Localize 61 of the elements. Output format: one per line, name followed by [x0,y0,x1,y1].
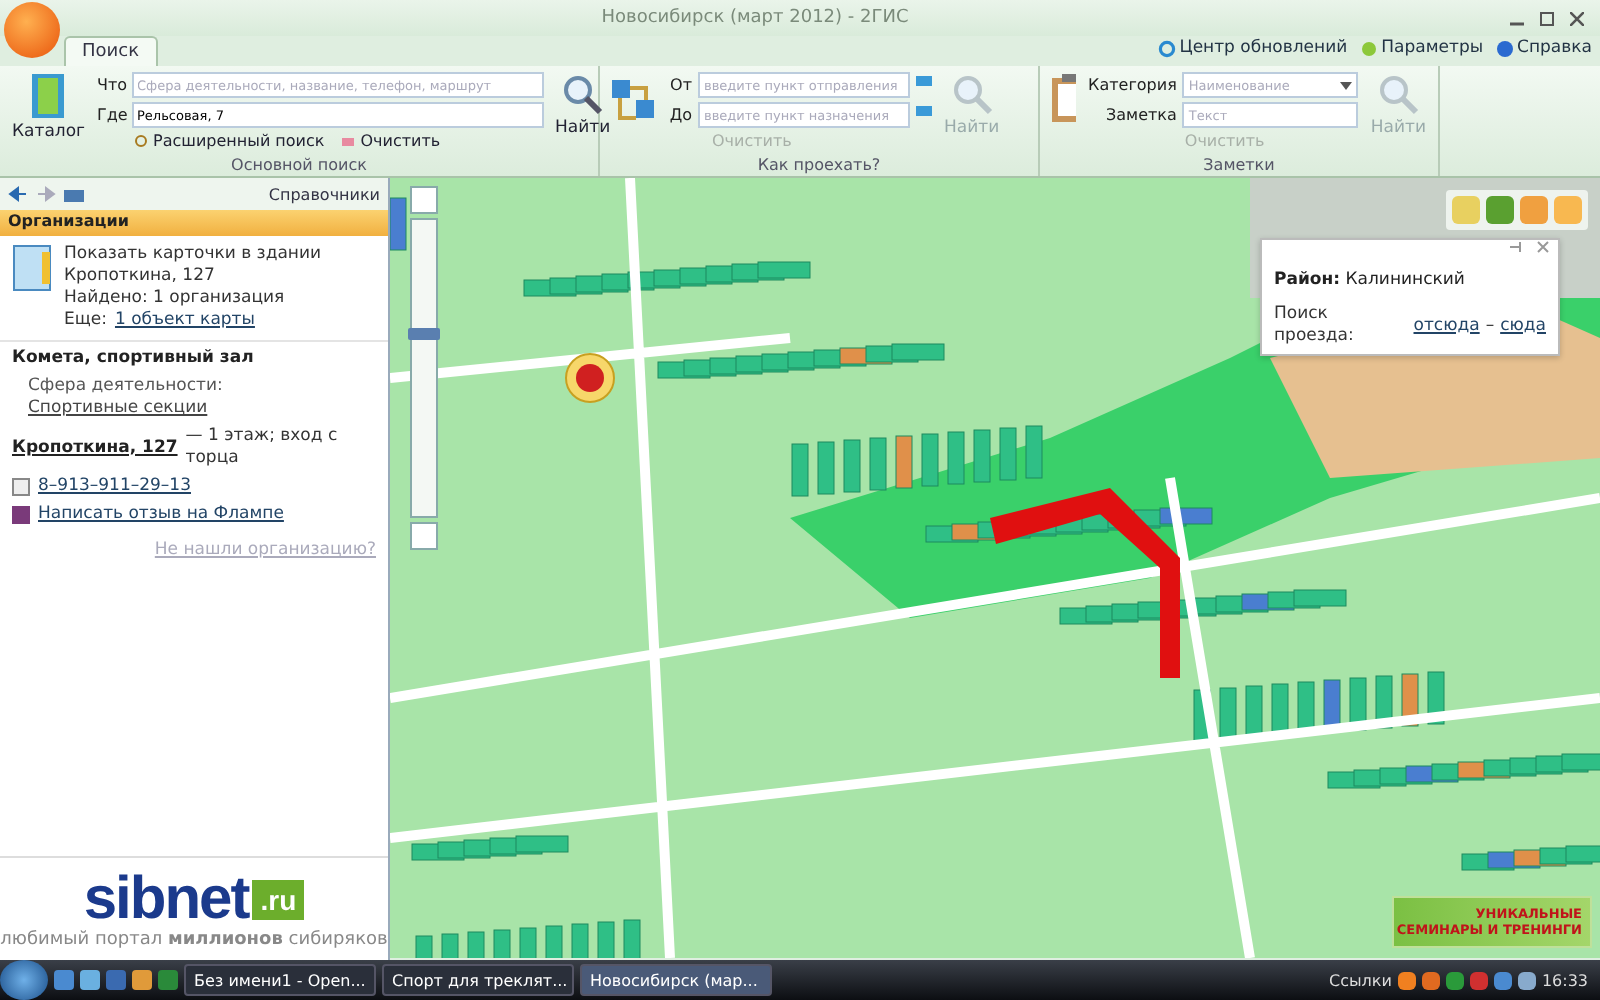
back-icon[interactable] [8,185,28,203]
toolbar-link[interactable]: Центр обновлений [1157,38,1348,58]
group-title: Заметки [1201,156,1277,176]
caret-icon [1340,81,1353,89]
zoom-out-button[interactable] [410,522,438,550]
taskbar-item[interactable]: Без имени1 - Open... [184,964,376,996]
close-icon[interactable] [1536,240,1550,254]
taskbar-item[interactable]: Новосибирск (мар... [580,964,772,996]
flamp-icon [12,506,30,524]
clipboard-icon [1048,72,1077,124]
advanced-search-button[interactable]: Расширенный поиск [133,132,325,150]
address-link[interactable]: Кропоткина, 127 [12,437,178,459]
zoom-thumb[interactable] [408,327,440,340]
section-header: Организации [0,210,388,236]
catalog-button[interactable]: Каталог [8,72,90,142]
find-button[interactable]: Найти [551,72,615,138]
review-link[interactable]: Написать отзыв на Флампе [38,504,284,526]
dash-text: – [1485,315,1495,337]
info-text: Еще: [64,310,107,332]
notebook-icon [12,244,52,292]
forward-icon[interactable] [36,185,56,203]
group-title: Основной поиск [229,156,369,176]
field-label: Где [97,106,126,124]
field-label: Что [97,76,126,94]
brand-logo: sibnet [83,869,249,929]
ribbon-tab[interactable]: Поиск [64,36,158,66]
category-link[interactable]: Спортивные секции [28,398,376,420]
field-label: До [668,106,692,124]
info-text: Кропоткина, 127 [64,266,217,288]
route-search-label: Поиск проезда: [1274,304,1356,348]
field-label: Категория [1086,76,1177,94]
ad-tagline: любимый портал миллионов сибиряков [0,929,388,949]
zoom-in-button[interactable] [410,186,438,214]
route-from-link[interactable]: отсюда [1413,315,1480,337]
toolbar-link[interactable]: Справка [1495,38,1592,58]
app-logo[interactable] [4,2,60,58]
district-text: Район: Калининский [1274,270,1465,292]
field-label: От [668,76,692,94]
phone-icon [12,478,30,496]
organization-name: Комета, спортивный зал [12,348,256,370]
maximize-icon[interactable] [1540,11,1554,25]
address-note: — 1 этаж; вход с торца [185,426,340,470]
links-toolbar[interactable]: Ссылки [1328,971,1392,989]
info-text: Показать карточки в здании [64,244,322,266]
phone-link[interactable]: 8–913–911–29–13 [38,476,191,498]
close-icon[interactable] [1570,11,1584,25]
map-object-link[interactable]: 1 объект карты [114,310,255,332]
brand-domain: .ru [252,879,305,919]
taskbar-item[interactable]: Спорт для треклят... [382,964,574,996]
field-label: Сфера деятельности: [28,376,225,398]
clock: 16:33 [1541,971,1588,989]
group-title: Как проехать? [755,156,883,176]
zoom-slider[interactable] [410,218,438,518]
directories-menu[interactable]: Справочники [268,185,380,203]
clear-button[interactable]: Очистить [340,132,441,150]
info-text: Найдено: 1 организация [64,288,287,310]
window-title: Новосибирск (март 2012) - 2ГИС [599,8,911,28]
route-to-link[interactable]: сюда [1500,315,1546,337]
field-label: Заметка [1104,106,1177,124]
start-button[interactable] [0,960,48,1000]
toolbar-link[interactable]: Параметры [1359,38,1484,58]
